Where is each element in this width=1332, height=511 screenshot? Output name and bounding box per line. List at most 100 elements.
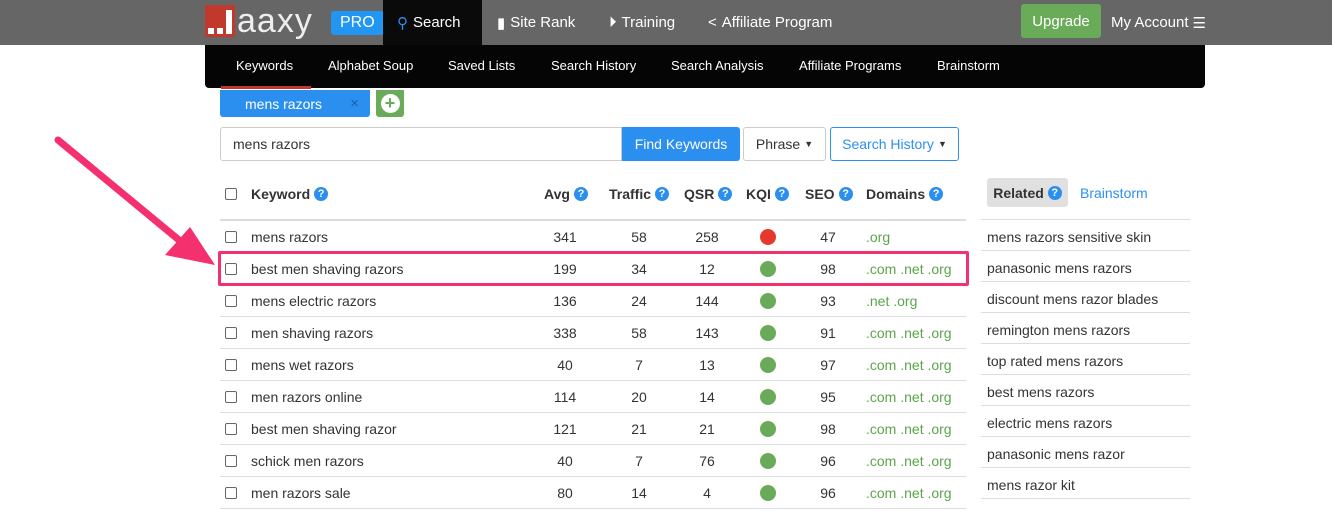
topnav-affiliate-program[interactable]: < Affiliate Program: [694, 0, 846, 45]
qsr-value: 76: [699, 453, 715, 469]
traffic-value: 58: [631, 325, 647, 341]
keyword-link[interactable]: best men shaving razor: [251, 421, 397, 437]
qsr-value: 258: [695, 229, 719, 245]
help-icon[interactable]: ?: [838, 187, 853, 201]
kqi-indicator-icon: [760, 485, 776, 501]
search-history-dropdown[interactable]: Search History ▼: [830, 127, 959, 161]
traffic-value: 14: [631, 485, 647, 501]
help-icon[interactable]: ?: [774, 187, 789, 201]
header-traffic[interactable]: Traffic?: [609, 186, 670, 202]
avg-value: 136: [553, 293, 577, 309]
help-icon[interactable]: ?: [929, 187, 944, 201]
table-row[interactable]: best men shaving razor 121 21 21 98 .com…: [0, 412, 1000, 444]
share-icon: <: [708, 14, 717, 31]
table-row[interactable]: men shaving razors 338 58 143 91 .com .n…: [0, 316, 1000, 348]
find-keywords-button[interactable]: Find Keywords: [622, 127, 740, 161]
related-keyword[interactable]: top rated mens razors: [981, 343, 1190, 374]
help-icon[interactable]: ?: [655, 187, 670, 201]
domains-value[interactable]: .com .net .org: [866, 357, 952, 373]
traffic-value: 21: [631, 421, 647, 437]
header-qsr[interactable]: QSR?: [684, 186, 733, 202]
qsr-value: 4: [703, 485, 711, 501]
topnav-search[interactable]: ⚲ Search: [383, 0, 482, 45]
keyword-link[interactable]: men shaving razors: [251, 325, 373, 341]
related-tab[interactable]: Related?: [987, 178, 1068, 207]
subnav-search-history[interactable]: Search History: [551, 58, 636, 73]
subnav-affiliate-programs[interactable]: Affiliate Programs: [799, 58, 901, 73]
related-keyword[interactable]: mens razor kit: [981, 467, 1190, 498]
keyword-link[interactable]: men razors sale: [251, 485, 351, 501]
domains-value[interactable]: .com .net .org: [866, 485, 952, 501]
keyword-link[interactable]: mens electric razors: [251, 293, 376, 309]
header-avg[interactable]: Avg?: [544, 186, 588, 202]
keyword-search-input[interactable]: [220, 127, 622, 161]
row-checkbox[interactable]: [225, 423, 237, 435]
table-row[interactable]: mens wet razors 40 7 13 97 .com .net .or…: [0, 348, 1000, 380]
related-keyword[interactable]: remington mens razors: [981, 312, 1190, 343]
avg-value: 121: [553, 421, 577, 437]
domains-value[interactable]: .org: [866, 229, 890, 245]
row-checkbox[interactable]: [225, 327, 237, 339]
row-checkbox[interactable]: [225, 455, 237, 467]
table-row[interactable]: men razors online 114 20 14 95 .com .net…: [0, 380, 1000, 412]
help-icon[interactable]: ?: [718, 187, 733, 201]
my-account-menu[interactable]: My Account ☰: [1111, 0, 1206, 45]
row-divider: [220, 508, 966, 509]
domains-value[interactable]: .com .net .org: [866, 325, 952, 341]
help-icon[interactable]: ?: [573, 187, 588, 201]
close-icon[interactable]: ×: [350, 95, 359, 112]
search-history-label: Search History: [842, 136, 934, 152]
header-kqi[interactable]: KQI?: [746, 186, 789, 202]
row-checkbox[interactable]: [225, 487, 237, 499]
bar-chart-icon: ▮: [497, 14, 506, 32]
traffic-value: 20: [631, 389, 647, 405]
domains-value[interactable]: .net .org: [866, 293, 917, 309]
topnav-site-rank[interactable]: ▮ Site Rank: [483, 0, 589, 45]
pro-badge: PRO: [331, 11, 384, 35]
seo-value: 91: [820, 325, 836, 341]
help-icon[interactable]: ?: [1047, 185, 1062, 200]
related-keyword[interactable]: best mens razors: [981, 374, 1190, 405]
table-row[interactable]: schick men razors 40 7 76 96 .com .net .…: [0, 444, 1000, 476]
related-divider: [981, 498, 1190, 499]
subnav-search-analysis[interactable]: Search Analysis: [671, 58, 764, 73]
row-checkbox[interactable]: [225, 391, 237, 403]
related-keyword[interactable]: panasonic mens razors: [981, 250, 1190, 281]
keyword-link[interactable]: mens wet razors: [251, 357, 354, 373]
add-tab-button[interactable]: +: [376, 90, 404, 117]
keyword-link[interactable]: men razors online: [251, 389, 362, 405]
row-checkbox[interactable]: [225, 359, 237, 371]
header-keyword[interactable]: Keyword?: [251, 186, 329, 202]
domains-value[interactable]: .com .net .org: [866, 421, 952, 437]
table-row[interactable]: men razors sale 80 14 4 96 .com .net .or…: [0, 476, 1000, 508]
upgrade-button[interactable]: Upgrade: [1021, 4, 1101, 38]
phrase-dropdown[interactable]: Phrase ▼: [743, 127, 826, 161]
header-domains[interactable]: Domains?: [866, 186, 944, 202]
qsr-value: 143: [695, 325, 719, 341]
related-keyword[interactable]: discount mens razor blades: [981, 281, 1190, 312]
domains-value[interactable]: .com .net .org: [866, 453, 952, 469]
search-tab[interactable]: mens razors ×: [220, 90, 370, 117]
domains-value[interactable]: .com .net .org: [866, 389, 952, 405]
traffic-value: 24: [631, 293, 647, 309]
brainstorm-tab[interactable]: Brainstorm: [1080, 185, 1148, 201]
related-keyword[interactable]: panasonic mens razor: [981, 436, 1190, 467]
topnav-training[interactable]: ⏵ Training: [595, 0, 689, 45]
help-icon[interactable]: ?: [314, 187, 329, 201]
subnav-keywords[interactable]: Keywords: [236, 58, 293, 73]
related-keyword[interactable]: mens razors sensitive skin: [981, 219, 1190, 250]
keyword-link[interactable]: mens razors: [251, 229, 328, 245]
avg-value: 341: [553, 229, 577, 245]
related-keyword[interactable]: electric mens razors: [981, 405, 1190, 436]
subnav-alphabet-soup[interactable]: Alphabet Soup: [328, 58, 413, 73]
arrow-shaft: [54, 136, 189, 249]
kqi-indicator-icon: [760, 357, 776, 373]
header-label: Keyword: [251, 186, 311, 202]
topnav-label: Training: [621, 14, 676, 31]
keyword-link[interactable]: schick men razors: [251, 453, 364, 469]
subnav-saved-lists[interactable]: Saved Lists: [448, 58, 515, 73]
qsr-value: 21: [699, 421, 715, 437]
subnav-brainstorm[interactable]: Brainstorm: [937, 58, 1000, 73]
header-seo[interactable]: SEO?: [805, 186, 853, 202]
qsr-value: 144: [695, 293, 719, 309]
